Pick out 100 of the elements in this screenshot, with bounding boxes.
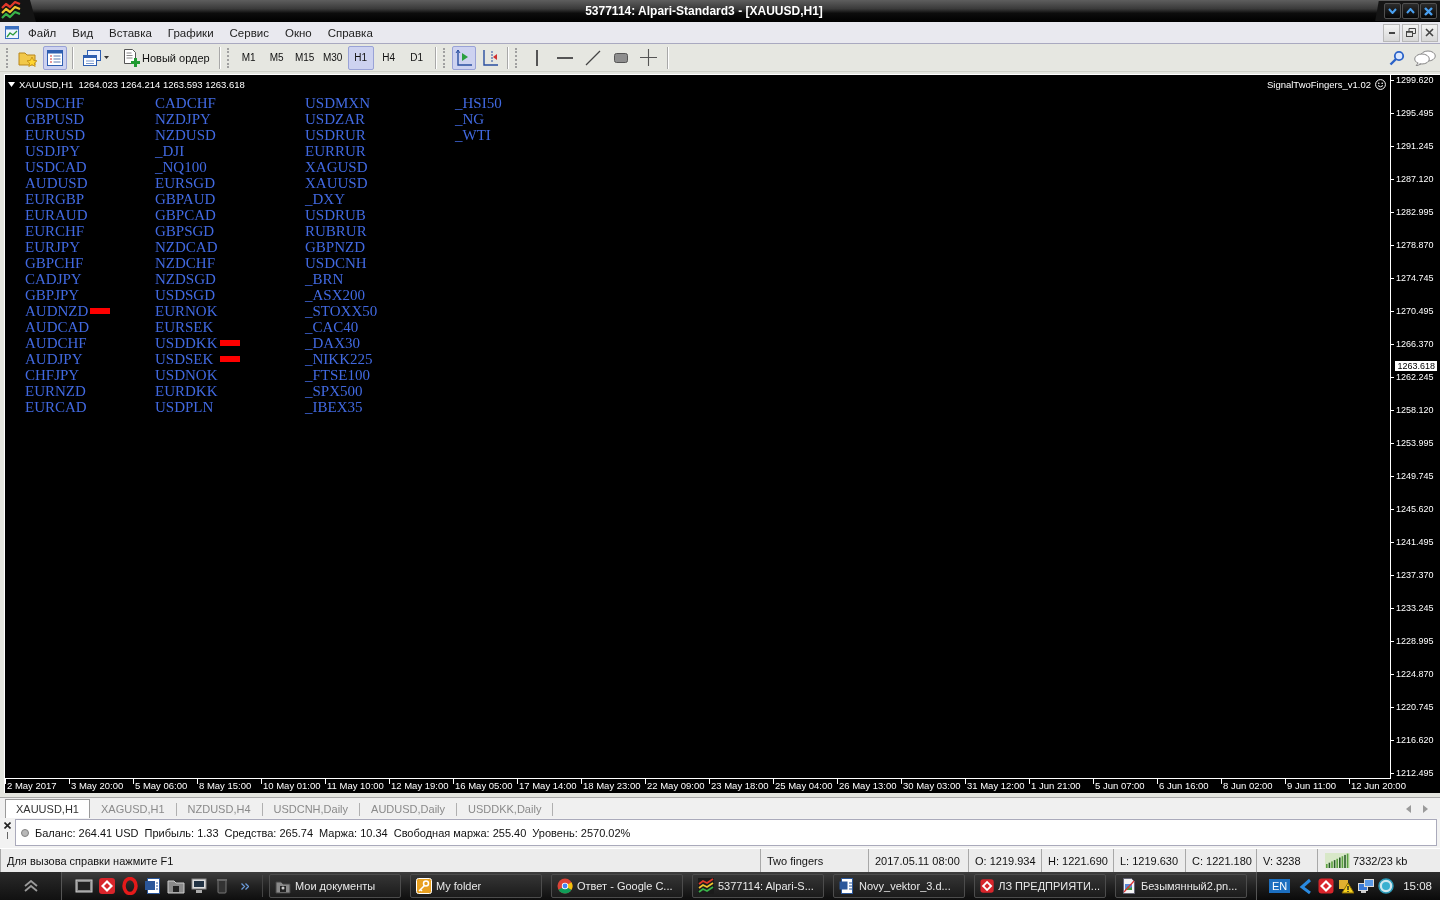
symbol-label: _WTI xyxy=(455,127,491,143)
caret-icon xyxy=(104,56,109,59)
clock-label: 15:08 xyxy=(1403,880,1432,892)
tray-icon-button[interactable] xyxy=(1318,878,1335,894)
app-logo-icon xyxy=(0,0,36,22)
menu-item[interactable]: Сервис xyxy=(221,22,277,43)
price-label: 1249.745 xyxy=(1396,471,1434,481)
menu-item[interactable]: Окно xyxy=(276,22,320,43)
language-indicator[interactable]: EN xyxy=(1268,879,1291,893)
network-icon xyxy=(1358,878,1375,894)
symbol-label: USDCAD xyxy=(25,159,87,175)
price-label: 1228.995 xyxy=(1396,636,1434,646)
timeframe-button[interactable]: M5 xyxy=(263,45,290,70)
volume-value: V: 3238 xyxy=(1263,854,1301,867)
folder-icon xyxy=(166,877,185,895)
timeframe-button[interactable]: H4 xyxy=(375,45,402,70)
symbol-label: _NQ100 xyxy=(155,159,207,175)
diagonal-line-icon xyxy=(584,49,601,66)
start-button[interactable] xyxy=(0,872,62,900)
price-label: 1274.745 xyxy=(1396,273,1434,283)
key-icon xyxy=(416,878,432,894)
symbol-label: EURSGD xyxy=(155,175,215,191)
menu-item[interactable]: Вставка xyxy=(101,22,160,43)
taskbar-button[interactable]: 5377114: Alpari-S... xyxy=(692,874,824,898)
timeframe-button[interactable]: M15 xyxy=(291,45,318,70)
caret-icon[interactable] xyxy=(8,81,15,87)
status-dot-icon xyxy=(21,828,29,837)
symbol-label: AUDCHF xyxy=(25,335,87,351)
chevron-down-icon xyxy=(1388,8,1397,14)
axes-arrow-icon xyxy=(454,48,473,67)
account-value: Средства: 265.74 xyxy=(224,826,314,839)
price-label: 1262.245 xyxy=(1396,372,1434,382)
close-button[interactable] xyxy=(1420,3,1437,19)
new-order-button[interactable]: Новый ордер xyxy=(119,45,214,70)
high-price: H: 1221.690 xyxy=(1048,854,1108,867)
taskbar-button[interactable]: My folder xyxy=(410,874,542,898)
taskbar-button[interactable]: ЛЗ ПРЕДПРИЯТИ... xyxy=(974,874,1106,898)
account-value: Баланс: 264.41 USD xyxy=(35,826,139,839)
price-label: 1270.495 xyxy=(1396,306,1434,316)
navigator-button[interactable] xyxy=(43,45,67,70)
menu-item[interactable]: Справка xyxy=(319,22,381,43)
timeframe-button[interactable]: H1 xyxy=(347,45,374,70)
taskbar-button[interactable]: Novy_vektor_3.d... xyxy=(833,874,965,898)
symbol-label: RUBRUR xyxy=(305,223,367,239)
symbol-label: AUDCAD xyxy=(25,319,90,335)
price-label: 1224.870 xyxy=(1396,669,1434,679)
price-label: 1212.495 xyxy=(1396,768,1434,778)
low-price: L: 1219.630 xyxy=(1120,854,1179,867)
ring-icon xyxy=(1378,878,1395,894)
menu-item[interactable]: Графики xyxy=(159,22,222,43)
taskbar-button[interactable]: Безымянный2.pn... xyxy=(1115,874,1247,898)
open-price: O: 1219.934 xyxy=(975,854,1036,867)
taskbar-button[interactable]: Мои документы xyxy=(269,874,401,898)
menu-item[interactable]: Вид xyxy=(64,22,102,43)
chart-tab[interactable]: XAUUSD,H1 xyxy=(5,799,90,818)
chevron-right-icon xyxy=(1423,804,1428,813)
symbol-label: USDZAR xyxy=(305,111,365,127)
tray-icon-button[interactable] xyxy=(1358,878,1375,894)
timeframe-button[interactable]: M1 xyxy=(235,45,262,70)
menu-item[interactable]: Файл xyxy=(20,22,65,43)
symbol-label: EURNZD xyxy=(25,383,86,399)
timeframe-button[interactable]: D1 xyxy=(403,45,430,70)
symbol-label: _ASX200 xyxy=(305,287,365,303)
symbol-label: USDSEK xyxy=(155,351,214,367)
windows-icon xyxy=(82,48,102,67)
symbol-label: _SPX500 xyxy=(305,383,363,399)
ring-icon xyxy=(120,877,139,895)
price-label: 1282.995 xyxy=(1396,207,1434,217)
close-button[interactable] xyxy=(1421,23,1438,42)
symbol-label: XAUUSD xyxy=(305,175,368,191)
close-icon xyxy=(4,822,11,829)
timeframe-button[interactable]: M30 xyxy=(319,45,346,70)
profile-name: Two fingers xyxy=(767,854,824,867)
symbol-label: NZDCHF xyxy=(155,255,215,271)
taskbar-button[interactable]: Ответ - Google C... xyxy=(551,874,683,898)
tray-icon-button[interactable] xyxy=(1338,878,1355,894)
folder-icon xyxy=(275,878,291,894)
symbol-label: AUDJPY xyxy=(25,351,83,367)
price-label: 1291.245 xyxy=(1396,141,1434,151)
price-label: 1278.870 xyxy=(1396,240,1434,250)
window-title: 5377114: Alpari-Standard3 - [XAUUSD,H1] xyxy=(585,4,823,18)
chart-window-icon[interactable] xyxy=(4,24,20,41)
symbol-label: CHFJPY xyxy=(25,367,80,383)
restore-button[interactable] xyxy=(1402,23,1419,42)
close-button[interactable] xyxy=(4,822,11,829)
price-label: 1295.495 xyxy=(1396,108,1434,118)
symbol-label: _FTSE100 xyxy=(305,367,370,383)
price-label: 1241.495 xyxy=(1396,537,1434,547)
price-label: 1253.995 xyxy=(1396,438,1434,448)
symbol-label: NZDSGD xyxy=(155,271,216,287)
tray-icon-button[interactable] xyxy=(1378,878,1395,894)
document-icon xyxy=(143,877,162,895)
price-label: 1299.620 xyxy=(1396,75,1434,85)
app-icon xyxy=(97,877,116,895)
symbol-label: USDPLN xyxy=(155,399,214,415)
minimize-button[interactable] xyxy=(1384,3,1401,19)
minimize-button[interactable] xyxy=(1383,23,1400,42)
segmented-circle-icon xyxy=(557,878,573,894)
autoscroll-button[interactable] xyxy=(451,45,476,70)
maximize-button[interactable] xyxy=(1402,3,1419,19)
